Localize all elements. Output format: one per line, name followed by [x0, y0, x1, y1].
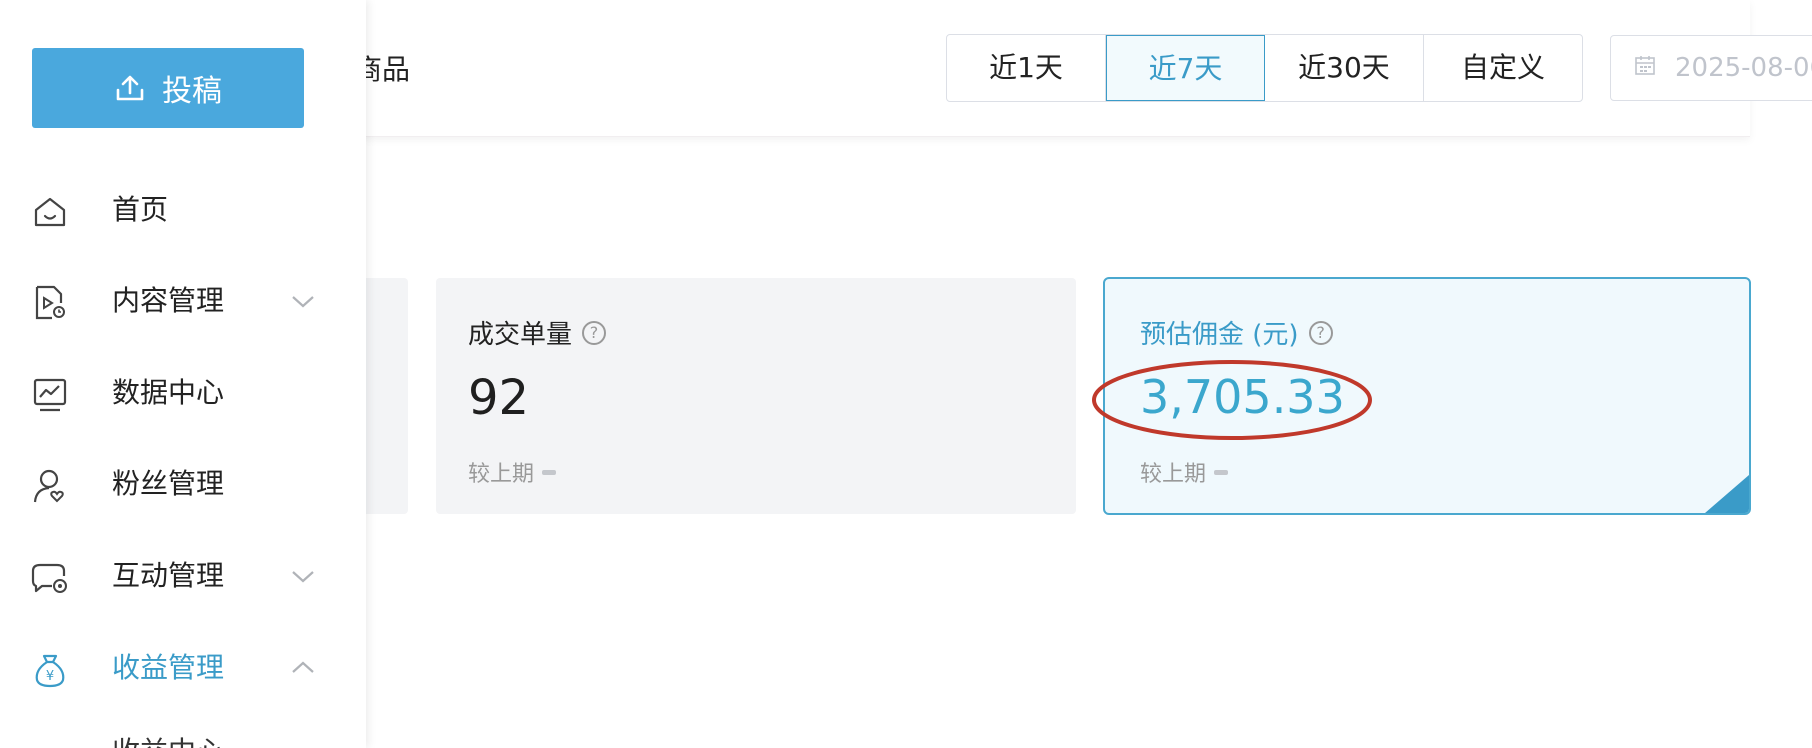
help-icon[interactable]: ? — [1308, 320, 1333, 345]
card-title-text: 预估佣金 (元) — [1140, 320, 1299, 350]
card-title-text: 成交单量 — [468, 320, 573, 350]
upload-icon — [116, 75, 144, 101]
chat-bubble-icon — [31, 563, 67, 593]
help-icon[interactable]: ? — [582, 320, 607, 345]
home-icon — [34, 197, 66, 227]
content-file-icon — [35, 285, 65, 320]
sidebar-item-label: 收益管理 — [112, 651, 225, 684]
card-value: 92 — [468, 370, 530, 426]
card-compare: 较上期 — [1140, 456, 1229, 488]
compare-label: 较上期 — [1140, 462, 1207, 487]
metric-card-orders[interactable]: 成交单量 ? 92 较上期 — [436, 278, 1076, 514]
sidebar: 投稿 首页 内容管理 数据中心 粉丝管理 互动管理 ¥ 收益管理 — [0, 0, 366, 748]
tab-30-days[interactable]: 近30天 — [1265, 35, 1424, 101]
filter-bar: 商品 近1天 近7天 近30天 自定义 2025-08-06 — [340, 0, 1812, 137]
start-date[interactable]: 2025-08-06 — [1675, 53, 1812, 83]
upload-label: 投稿 — [162, 74, 222, 109]
time-range-segmented-control: 近1天 近7天 近30天 自定义 — [946, 34, 1583, 102]
card-value: 3,705.33 — [1140, 370, 1345, 424]
sidebar-subitem-revenue-center[interactable]: 收益中心 — [112, 732, 224, 748]
sidebar-item-label: 互动管理 — [112, 559, 225, 592]
metric-card-commission[interactable]: 预估佣金 (元) ? 3,705.33 较上期 — [1103, 277, 1751, 515]
sidebar-item-data-center[interactable]: 数据中心 — [0, 365, 366, 421]
sidebar-item-home[interactable]: 首页 — [0, 182, 366, 238]
compare-label: 较上期 — [468, 462, 535, 487]
sidebar-item-label: 内容管理 — [112, 284, 225, 317]
no-change-dash-icon — [1214, 469, 1229, 475]
chevron-down-icon — [292, 571, 314, 583]
fans-user-icon — [33, 469, 64, 503]
card-title: 预估佣金 (元) ? — [1140, 314, 1333, 351]
sidebar-item-label: 粉丝管理 — [112, 467, 225, 500]
tab-7-days[interactable]: 近7天 — [1106, 35, 1265, 101]
tab-1-day[interactable]: 近1天 — [947, 35, 1106, 101]
sidebar-item-fans[interactable]: 粉丝管理 — [0, 456, 366, 512]
date-range-picker[interactable]: 2025-08-06 - 2025-08-12 — [1610, 35, 1812, 101]
sidebar-item-label: 数据中心 — [112, 376, 225, 409]
calendar-icon — [1633, 53, 1657, 84]
card-title: 成交单量 ? — [468, 314, 607, 351]
tab-custom[interactable]: 自定义 — [1424, 35, 1582, 101]
no-change-dash-icon — [542, 469, 557, 475]
money-bag-icon: ¥ — [35, 654, 65, 688]
sidebar-item-label: 首页 — [112, 193, 169, 226]
sidebar-item-content[interactable]: 内容管理 — [0, 273, 366, 329]
chevron-down-icon — [292, 296, 314, 308]
card-compare: 较上期 — [468, 456, 557, 488]
sidebar-item-interaction[interactable]: 互动管理 — [0, 548, 366, 604]
sidebar-item-revenue[interactable]: ¥ 收益管理 — [0, 640, 366, 696]
selected-corner-mark — [1705, 475, 1749, 513]
chevron-up-icon — [292, 661, 314, 673]
chart-monitor-icon — [33, 378, 67, 412]
svg-text:¥: ¥ — [46, 669, 54, 684]
upload-button[interactable]: 投稿 — [32, 48, 304, 128]
